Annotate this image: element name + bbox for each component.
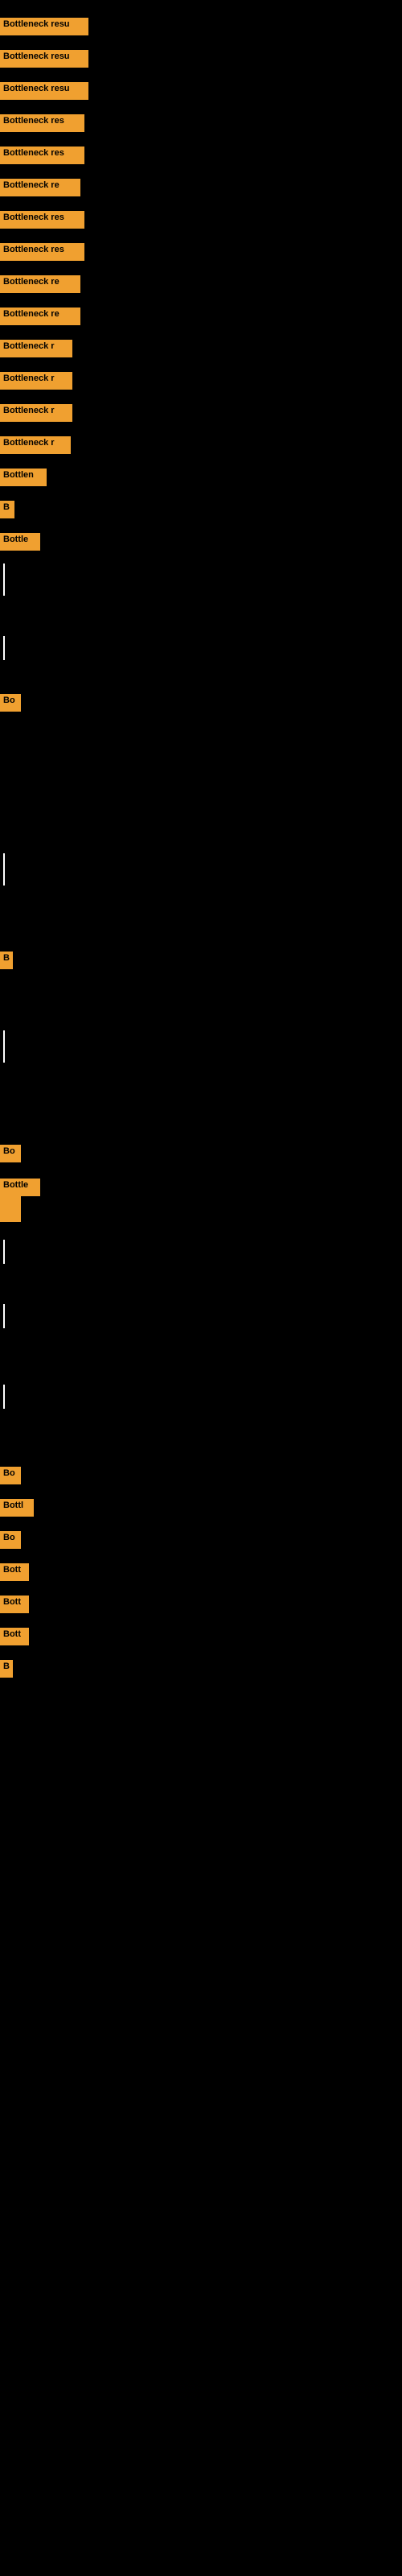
bottleneck-badge-b13: Bottleneck r <box>0 404 72 422</box>
bottleneck-badge-b4: Bottleneck res <box>0 114 84 132</box>
vertical-line-l7 <box>3 1385 5 1409</box>
vertical-line-l6 <box>3 1304 5 1328</box>
bottleneck-badge-b18: Bo <box>0 694 21 712</box>
bottleneck-badge-b25: Bo <box>0 1531 21 1549</box>
vertical-line-l5 <box>3 1240 5 1264</box>
bottleneck-badge-b16: B <box>0 501 14 518</box>
bottleneck-badge-b23: Bo <box>0 1467 21 1484</box>
vertical-line-l1 <box>3 564 5 596</box>
bottleneck-badge-b15: Bottlen <box>0 469 47 486</box>
bottleneck-badge-b22: Bottle <box>0 1179 40 1196</box>
bottleneck-badge-b20: Bo <box>0 1145 21 1162</box>
bottleneck-badge-b29: B <box>0 1660 13 1678</box>
vertical-line-l3 <box>3 853 5 886</box>
bottleneck-badge-b12: Bottleneck r <box>0 372 72 390</box>
vertical-line-l2 <box>3 636 5 660</box>
bottleneck-badge-b9: Bottleneck re <box>0 275 80 293</box>
bottleneck-badge-b7: Bottleneck res <box>0 211 84 229</box>
bottleneck-badge-b10: Bottleneck re <box>0 308 80 325</box>
bottleneck-badge-b11: Bottleneck r <box>0 340 72 357</box>
bottleneck-badge-b8: Bottleneck res <box>0 243 84 261</box>
vertical-line-l4 <box>3 1030 5 1063</box>
bottleneck-badge-b3: Bottleneck resu <box>0 82 88 100</box>
bottleneck-badge-b28: Bott <box>0 1628 29 1645</box>
bottleneck-badge-b26: Bott <box>0 1563 29 1581</box>
bottleneck-badge-b17: Bottle <box>0 533 40 551</box>
bottleneck-badge-b24: Bottl <box>0 1499 34 1517</box>
bottleneck-badge-b5: Bottleneck res <box>0 147 84 164</box>
bottleneck-badge-b14: Bottleneck r <box>0 436 71 454</box>
bottleneck-badge-b1: Bottleneck resu <box>0 18 88 35</box>
bottleneck-badge-b19: B <box>0 952 13 969</box>
bottleneck-badge-b6: Bottleneck re <box>0 179 80 196</box>
bottleneck-badge-b27: Bott <box>0 1596 29 1613</box>
bottleneck-badge-b2: Bottleneck resu <box>0 50 88 68</box>
